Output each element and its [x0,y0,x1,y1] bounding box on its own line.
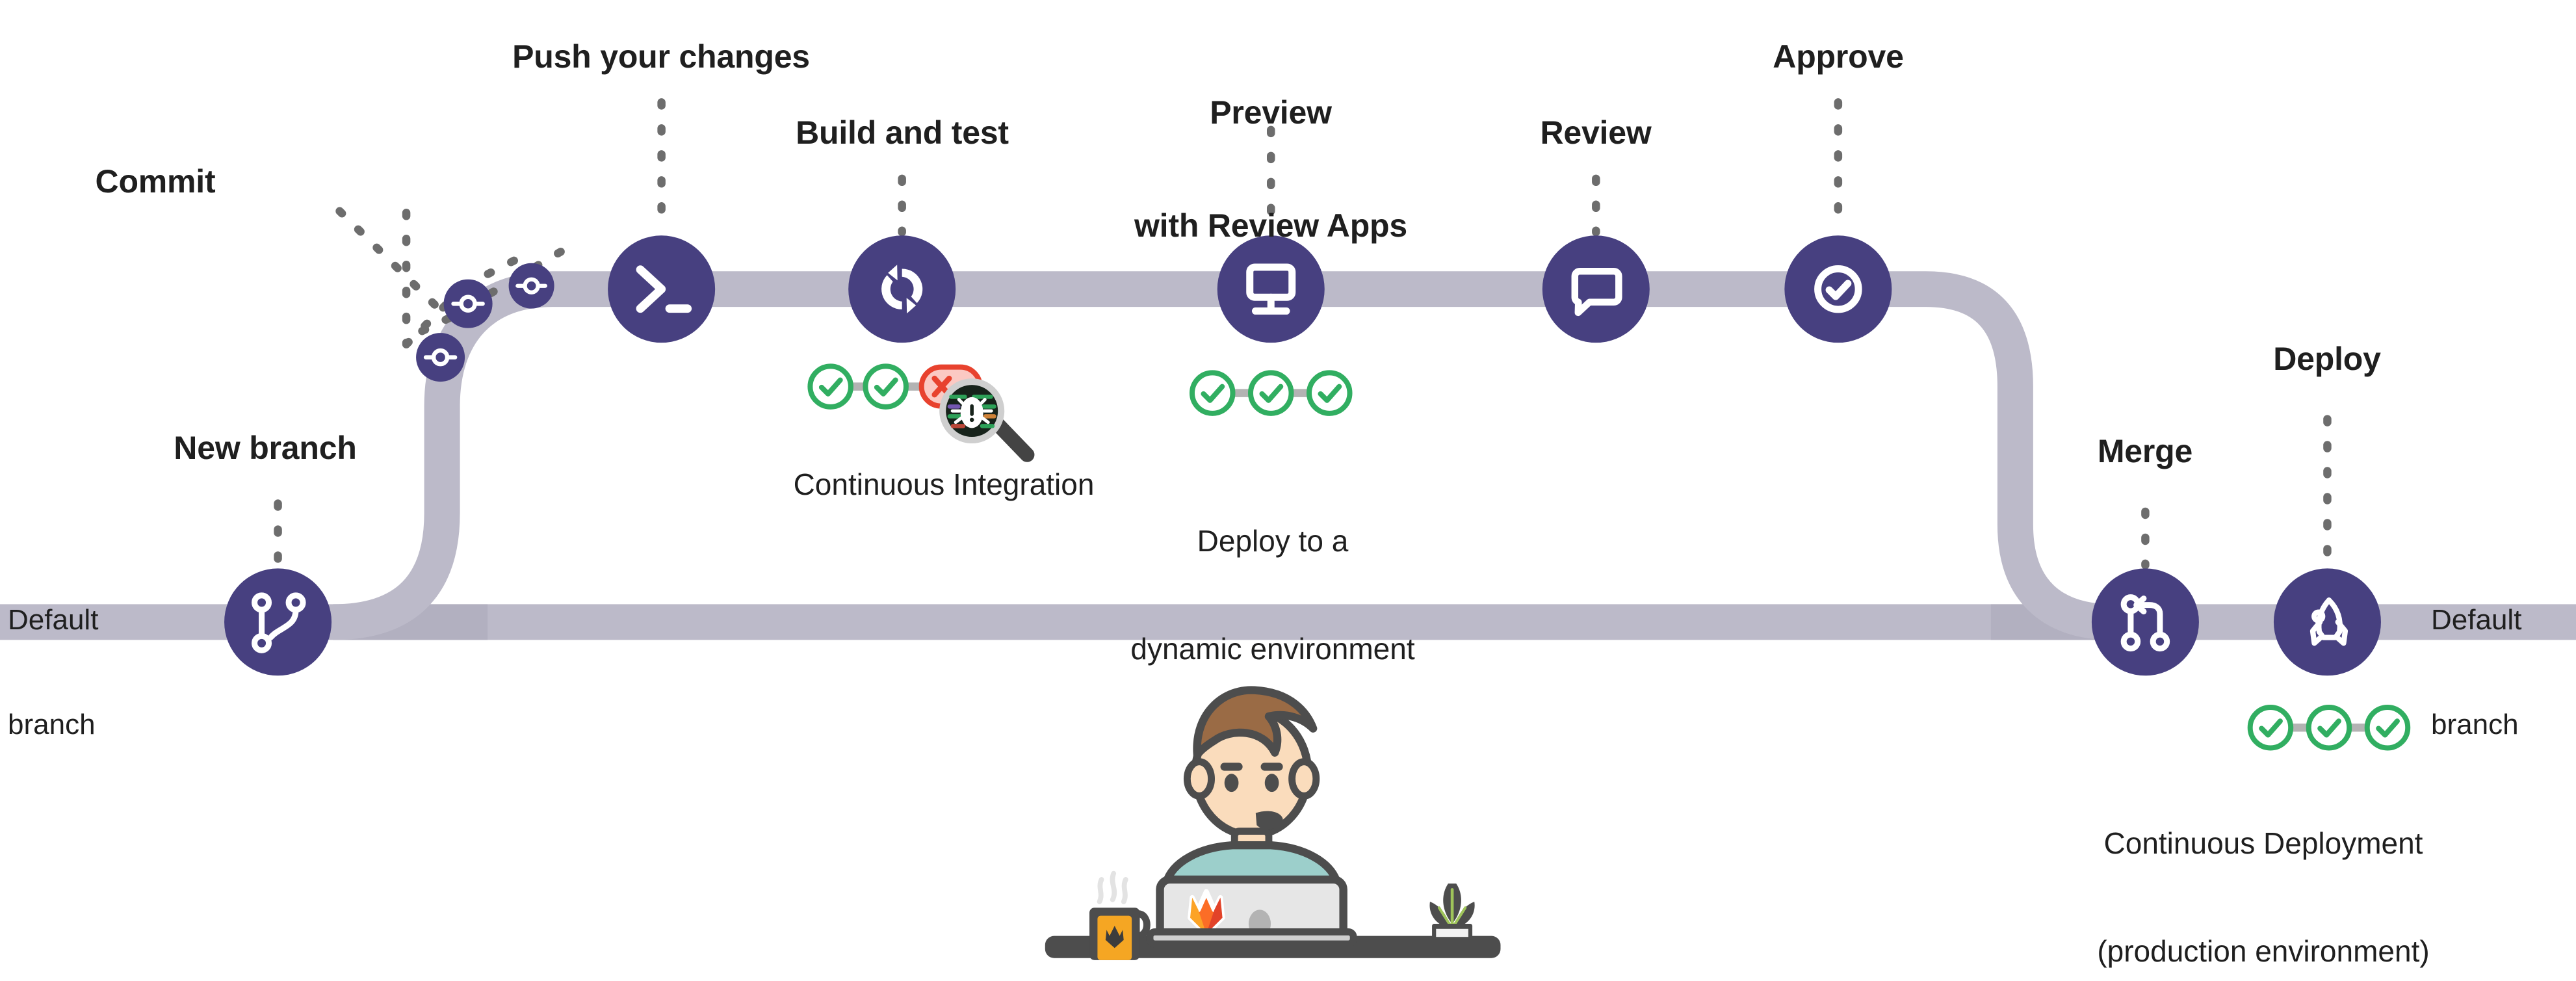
default-branch-label-left-line2: branch [8,709,96,741]
stage-label-preview-line2: with Review Apps [1134,207,1408,244]
laptop [1146,875,1357,948]
pipeline-caption-dynamic-environment-deploy: Deploy to a dynamic environment [1045,452,1500,739]
default-branch-label-right-line1: Default [2431,604,2522,636]
stage-label-review: Review [1540,114,1652,151]
default-branch-label-left: Default branch [8,533,157,812]
stage-label-build-test: Build and test [796,114,1009,151]
stage-label-approve: Approve [1773,38,1904,75]
pipeline-caption-continuous-deployment: Continuous Deployment (production enviro… [2036,754,2491,981]
pipeline-caption-dynamic-line1: Deploy to a [1197,524,1349,558]
stage-label-preview: Preview with Review Apps [1089,18,1453,320]
pipeline-caption-cd-line1: Continuous Deployment [2103,826,2423,861]
potted-plant-icon [1429,883,1475,940]
default-branch-label-right-line2: branch [2431,709,2519,741]
stage-label-new-branch: New branch [174,430,357,466]
pipeline-caption-dynamic-line2: dynamic environment [1130,631,1415,666]
cicd-workflow-diagram: Default branch Default branch New branch… [0,0,2576,981]
stage-label-push: Push your changes [512,38,810,75]
stage-label-merge: Merge [2097,433,2193,469]
coffee-mug [1089,870,1151,960]
stage-label-commit: Commit [95,163,216,200]
default-branch-label-left-line1: Default [8,604,99,636]
stage-label-deploy: Deploy [2273,341,2381,377]
stage-label-preview-line1: Preview [1210,94,1332,131]
pipeline-caption-cd-line2: (production environment) [2097,934,2430,968]
